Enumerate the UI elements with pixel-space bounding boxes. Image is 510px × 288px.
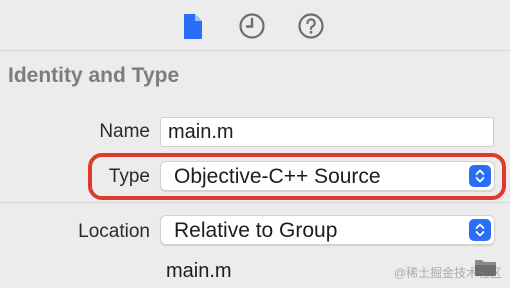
chevron-updown-icon [469,165,491,187]
section-divider [0,202,510,203]
path-value: main.m [166,260,232,282]
clock-icon[interactable] [238,12,266,40]
location-label: Location [78,221,150,242]
type-popup-button[interactable]: Objective-C++ Source [160,161,495,191]
type-label: Type [108,166,150,187]
inspector-tab-bar [0,0,510,50]
tab-bar-divider [0,50,510,51]
type-popup-value: Objective-C++ Source [174,165,381,188]
chevron-updown-icon [469,219,491,241]
location-popup-value: Relative to Group [174,219,338,242]
question-icon[interactable] [297,12,325,40]
folder-icon[interactable] [474,258,498,278]
section-title: Identity and Type [8,64,180,87]
file-doc-icon[interactable] [179,12,207,40]
location-popup-button[interactable]: Relative to Group [160,215,495,245]
name-field[interactable] [160,117,494,147]
name-label: Name [99,121,150,142]
